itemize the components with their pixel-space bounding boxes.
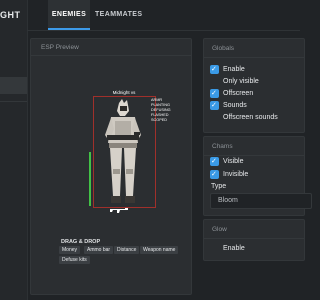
esp-preview-title: ESP Preview: [41, 44, 79, 51]
glow-title: Glow: [212, 226, 227, 233]
weapon-icon: [110, 208, 128, 213]
checkbox-checked-icon[interactable]: ✓: [210, 170, 219, 179]
app-brand: GHT: [0, 10, 21, 20]
esp-health-bar: [89, 152, 91, 206]
globals-panel: Globals ✓ Enable Only visible ✓ Offscree…: [203, 38, 305, 133]
drag-chip-money[interactable]: Money: [59, 246, 81, 254]
checkbox-label: Visible: [223, 158, 244, 165]
checkbox-label: Enable: [223, 245, 245, 252]
sidebar-divider: [0, 101, 27, 102]
checkbox-label: Offscreen: [223, 90, 254, 97]
drag-chip-defuse-kits[interactable]: Defuse kits: [59, 256, 90, 264]
tab-teammates[interactable]: TEAMMATES: [95, 0, 142, 30]
chams-panel: Chams ✓ Visible ✓ Invisible Type Bloom: [203, 136, 312, 216]
esp-flags: ARMR PLANTING DEFUSING FLASHED SCOPED: [151, 98, 171, 123]
checkbox-checked-icon[interactable]: ✓: [210, 89, 219, 98]
drag-chip-weapon-name[interactable]: Weapon name: [140, 246, 179, 254]
select-value: Bloom: [218, 197, 238, 204]
glow-panel: Glow Enable: [203, 219, 305, 261]
chams-type-select[interactable]: Bloom: [210, 193, 312, 209]
chams-type-label: Type: [211, 183, 227, 190]
checkbox-checked-icon[interactable]: ✓: [210, 101, 219, 110]
sidebar: GHT: [0, 0, 28, 300]
header-divider: [27, 30, 300, 31]
checkbox-label: Only visible: [223, 78, 259, 85]
esp-flag: SCOPED: [151, 118, 168, 122]
globals-title: Globals: [212, 45, 235, 52]
panel-divider: [31, 55, 191, 56]
checkbox-label: Offscreen sounds: [223, 114, 278, 121]
checkbox-checked-icon[interactable]: ✓: [210, 157, 219, 166]
sidebar-item-selected[interactable]: [0, 77, 27, 94]
panel-divider: [204, 155, 304, 156]
chams-title: Chams: [212, 143, 233, 150]
tab-enemies[interactable]: ENEMIES: [48, 0, 90, 30]
panel-divider: [204, 57, 304, 58]
esp-player-name: Midnight vs: [112, 90, 136, 95]
drag-drop-title: DRAG & DROP: [61, 239, 101, 245]
drag-chip-ammo-bar[interactable]: Ammo bar: [84, 246, 114, 254]
checkbox-label: Sounds: [223, 102, 247, 109]
checkbox-label: Enable: [223, 66, 245, 73]
checkbox-label: Invisible: [223, 171, 249, 178]
checkbox-checked-icon[interactable]: ✓: [210, 65, 219, 74]
esp-bounding-box: [93, 96, 156, 208]
tab-bar: ENEMIES TEAMMATES: [45, 0, 300, 30]
drag-chip-distance[interactable]: Distance: [114, 246, 140, 254]
panel-divider: [204, 238, 304, 239]
esp-preview-panel: ESP Preview Midnight vs ARMR PLANTING DE…: [30, 38, 192, 295]
